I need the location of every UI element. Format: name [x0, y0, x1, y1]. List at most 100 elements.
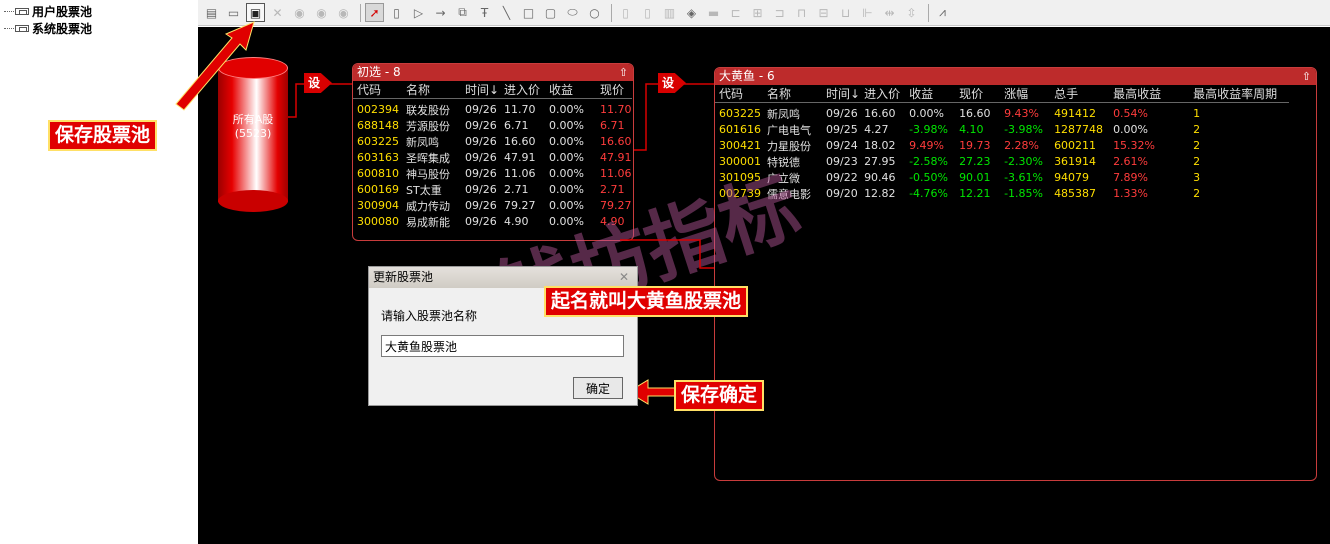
table-row[interactable]: 002394 联发股份 09/26 11.70 0.00% 11.70 — [353, 102, 632, 118]
cylinder-label: 所有A股 (5523) — [218, 113, 288, 141]
column-header[interactable]: 现价 — [596, 81, 632, 99]
table-cell: 485387 — [1054, 187, 1097, 200]
table-cell: -3.61% — [1004, 171, 1043, 184]
tree-item-label: 用户股票池 — [32, 4, 93, 19]
copy-tool-icon[interactable]: ⧉ — [453, 3, 472, 22]
table-cell: 603225 — [357, 135, 399, 148]
table-row[interactable]: 601616 广电电气 09/25 4.27 -3.98% 4.10 -3.98% 12877… — [715, 122, 1289, 138]
pool-name-input[interactable] — [381, 335, 624, 357]
all-a-shares-cylinder[interactable]: 所有A股 (5523) — [218, 57, 288, 212]
column-header[interactable]: 代码 — [715, 85, 763, 103]
annotation-save-pool: 保存股票池 — [48, 120, 158, 151]
table-cell: 芳源股份 — [406, 119, 450, 133]
table-cell: 47.91 — [504, 151, 536, 164]
text-tool-icon[interactable]: Ŧ — [475, 3, 494, 22]
table-cell: 1 — [1193, 107, 1201, 120]
column-header[interactable]: 最高收益率周期 — [1189, 85, 1290, 103]
arrow-tool-icon[interactable]: → — [431, 3, 450, 22]
table-row[interactable]: 600169 ST太重 09/26 2.71 0.00% 2.71 — [353, 182, 632, 198]
table-row[interactable]: 002739 儒意电影 09/20 12.82 -4.76% 12.21 -1.85% 485… — [715, 186, 1289, 202]
distribute-h-icon[interactable]: ⊩ — [858, 3, 877, 22]
align-center-icon[interactable]: ⊞ — [748, 3, 767, 22]
table-cell: 09/22 — [826, 171, 858, 184]
column-header[interactable]: 时间↓ — [461, 81, 500, 99]
column-header[interactable]: 时间↓ — [822, 85, 861, 103]
ok-button[interactable]: 确定 — [573, 377, 623, 399]
table-row[interactable]: 603225 新凤鸣 09/26 16.60 0.00% 16.60 9.43% 491412… — [715, 106, 1289, 122]
align-left-icon[interactable]: ⊏ — [726, 3, 745, 22]
toolbar-separator — [611, 3, 612, 22]
table-cell: 603225 — [719, 107, 761, 120]
triangle-tool-icon[interactable]: ▷ — [409, 3, 428, 22]
trash-icon[interactable]: ▥ — [660, 3, 679, 22]
pool-title: 初选 - 8 — [357, 65, 401, 79]
tree-item-system-pools[interactable]: 系统股票池 — [4, 21, 92, 36]
delete-icon[interactable]: ✕ — [268, 3, 287, 22]
table-cell: 11.70 — [600, 103, 632, 116]
stop-icon[interactable]: ◉ — [334, 3, 353, 22]
align-middle-icon[interactable]: ⊟ — [814, 3, 833, 22]
open-folder-icon[interactable]: ▭ — [224, 3, 243, 22]
table-cell: 神马股份 — [406, 167, 450, 181]
pool-folder-icon — [15, 24, 29, 32]
rounded-rect-tool-icon[interactable]: ▢ — [541, 3, 560, 22]
ellipse-tool-icon[interactable]: ⬭ — [563, 3, 582, 22]
align-bottom-icon[interactable]: ⊔ — [836, 3, 855, 22]
set-filter-arrow[interactable]: 设 — [304, 73, 332, 93]
column-header[interactable]: 最高收益 — [1109, 85, 1190, 103]
table-row[interactable]: 603163 圣晖集成 09/26 47.91 0.00% 47.91 — [353, 150, 632, 166]
cylinder-tool-icon[interactable]: ▯ — [387, 3, 406, 22]
table-row[interactable]: 300421 力星股份 09/24 18.02 9.49% 19.73 2.28% 60021… — [715, 138, 1289, 154]
column-header[interactable]: 涨幅 — [1000, 85, 1051, 103]
pause-icon[interactable]: ◉ — [312, 3, 331, 22]
table-cell: 3 — [1193, 171, 1201, 184]
table-row[interactable]: 300001 特锐德 09/23 27.95 -2.58% 27.23 -2.30% 3619… — [715, 154, 1289, 170]
table-cell: 威力传动 — [406, 199, 450, 213]
table-cell: 0.00% — [549, 167, 584, 180]
line-tool-icon[interactable]: ╲ — [497, 3, 516, 22]
table-cell: 4.27 — [864, 123, 889, 136]
table-row[interactable]: 301095 广立微 09/22 90.46 -0.50% 90.01 -3.61% 9407… — [715, 170, 1289, 186]
rectangle-tool-icon[interactable]: □ — [519, 3, 538, 22]
tree-item-user-pools[interactable]: 用户股票池 — [4, 4, 93, 19]
play-icon[interactable]: ◉ — [290, 3, 309, 22]
table-row[interactable]: 688148 芳源股份 09/26 6.71 0.00% 6.71 — [353, 118, 632, 134]
column-header[interactable]: 名称 — [763, 85, 822, 103]
column-header[interactable]: 现价 — [955, 85, 1001, 103]
dialog-title: 更新股票池 — [373, 270, 434, 284]
copy-icon[interactable]: ▯ — [616, 3, 635, 22]
column-header[interactable]: 名称 — [402, 81, 461, 99]
expand-up-icon[interactable]: ⇧ — [1302, 68, 1311, 85]
paste-icon[interactable]: ▯ — [638, 3, 657, 22]
line-width-icon[interactable]: ▬ — [704, 3, 723, 22]
align-top-icon[interactable]: ⊓ — [792, 3, 811, 22]
set-filter-arrow[interactable]: 设 — [658, 73, 686, 93]
circle-tool-icon[interactable]: ○ — [585, 3, 604, 22]
expand-up-icon[interactable]: ⇧ — [619, 64, 628, 81]
table-cell: -4.76% — [909, 187, 948, 200]
column-header[interactable]: 总手 — [1050, 85, 1110, 103]
pool-panel-yellow-croaker[interactable]: 大黄鱼 - 6 ⇧ 代码 名称 时间↓ 进入价 收益 现价 涨幅 总手 最高收益 最高收益率周期 … — [714, 67, 1317, 481]
align-right-icon[interactable]: ⊐ — [770, 3, 789, 22]
save-icon[interactable]: ▣ — [246, 3, 265, 22]
table-cell: 09/26 — [465, 103, 497, 116]
column-header[interactable]: 收益 — [905, 85, 956, 103]
table-cell: 0.00% — [1113, 123, 1149, 136]
layout-icon[interactable]: ⩘ — [933, 3, 952, 22]
table-row[interactable]: 603225 新凤鸣 09/26 16.60 0.00% 16.60 — [353, 134, 632, 150]
same-height-icon[interactable]: ⇳ — [902, 3, 921, 22]
column-header[interactable]: 进入价 — [500, 81, 545, 99]
new-file-icon[interactable]: ▤ — [202, 3, 221, 22]
fill-color-icon[interactable]: ◈ — [682, 3, 701, 22]
table-cell: 90.01 — [959, 171, 991, 184]
pointer-tool-icon[interactable]: ➚ — [365, 3, 384, 22]
table-cell: -0.50% — [909, 171, 948, 184]
column-header[interactable]: 代码 — [353, 81, 402, 99]
close-icon[interactable]: ✕ — [619, 267, 629, 288]
column-header[interactable]: 收益 — [545, 81, 596, 99]
cylinder-bottom — [218, 190, 288, 212]
table-row[interactable]: 600810 神马股份 09/26 11.06 0.00% 11.06 — [353, 166, 632, 182]
column-header[interactable]: 进入价 — [860, 85, 906, 103]
same-width-icon[interactable]: ⇹ — [880, 3, 899, 22]
table-cell: 9.49% — [909, 139, 945, 152]
